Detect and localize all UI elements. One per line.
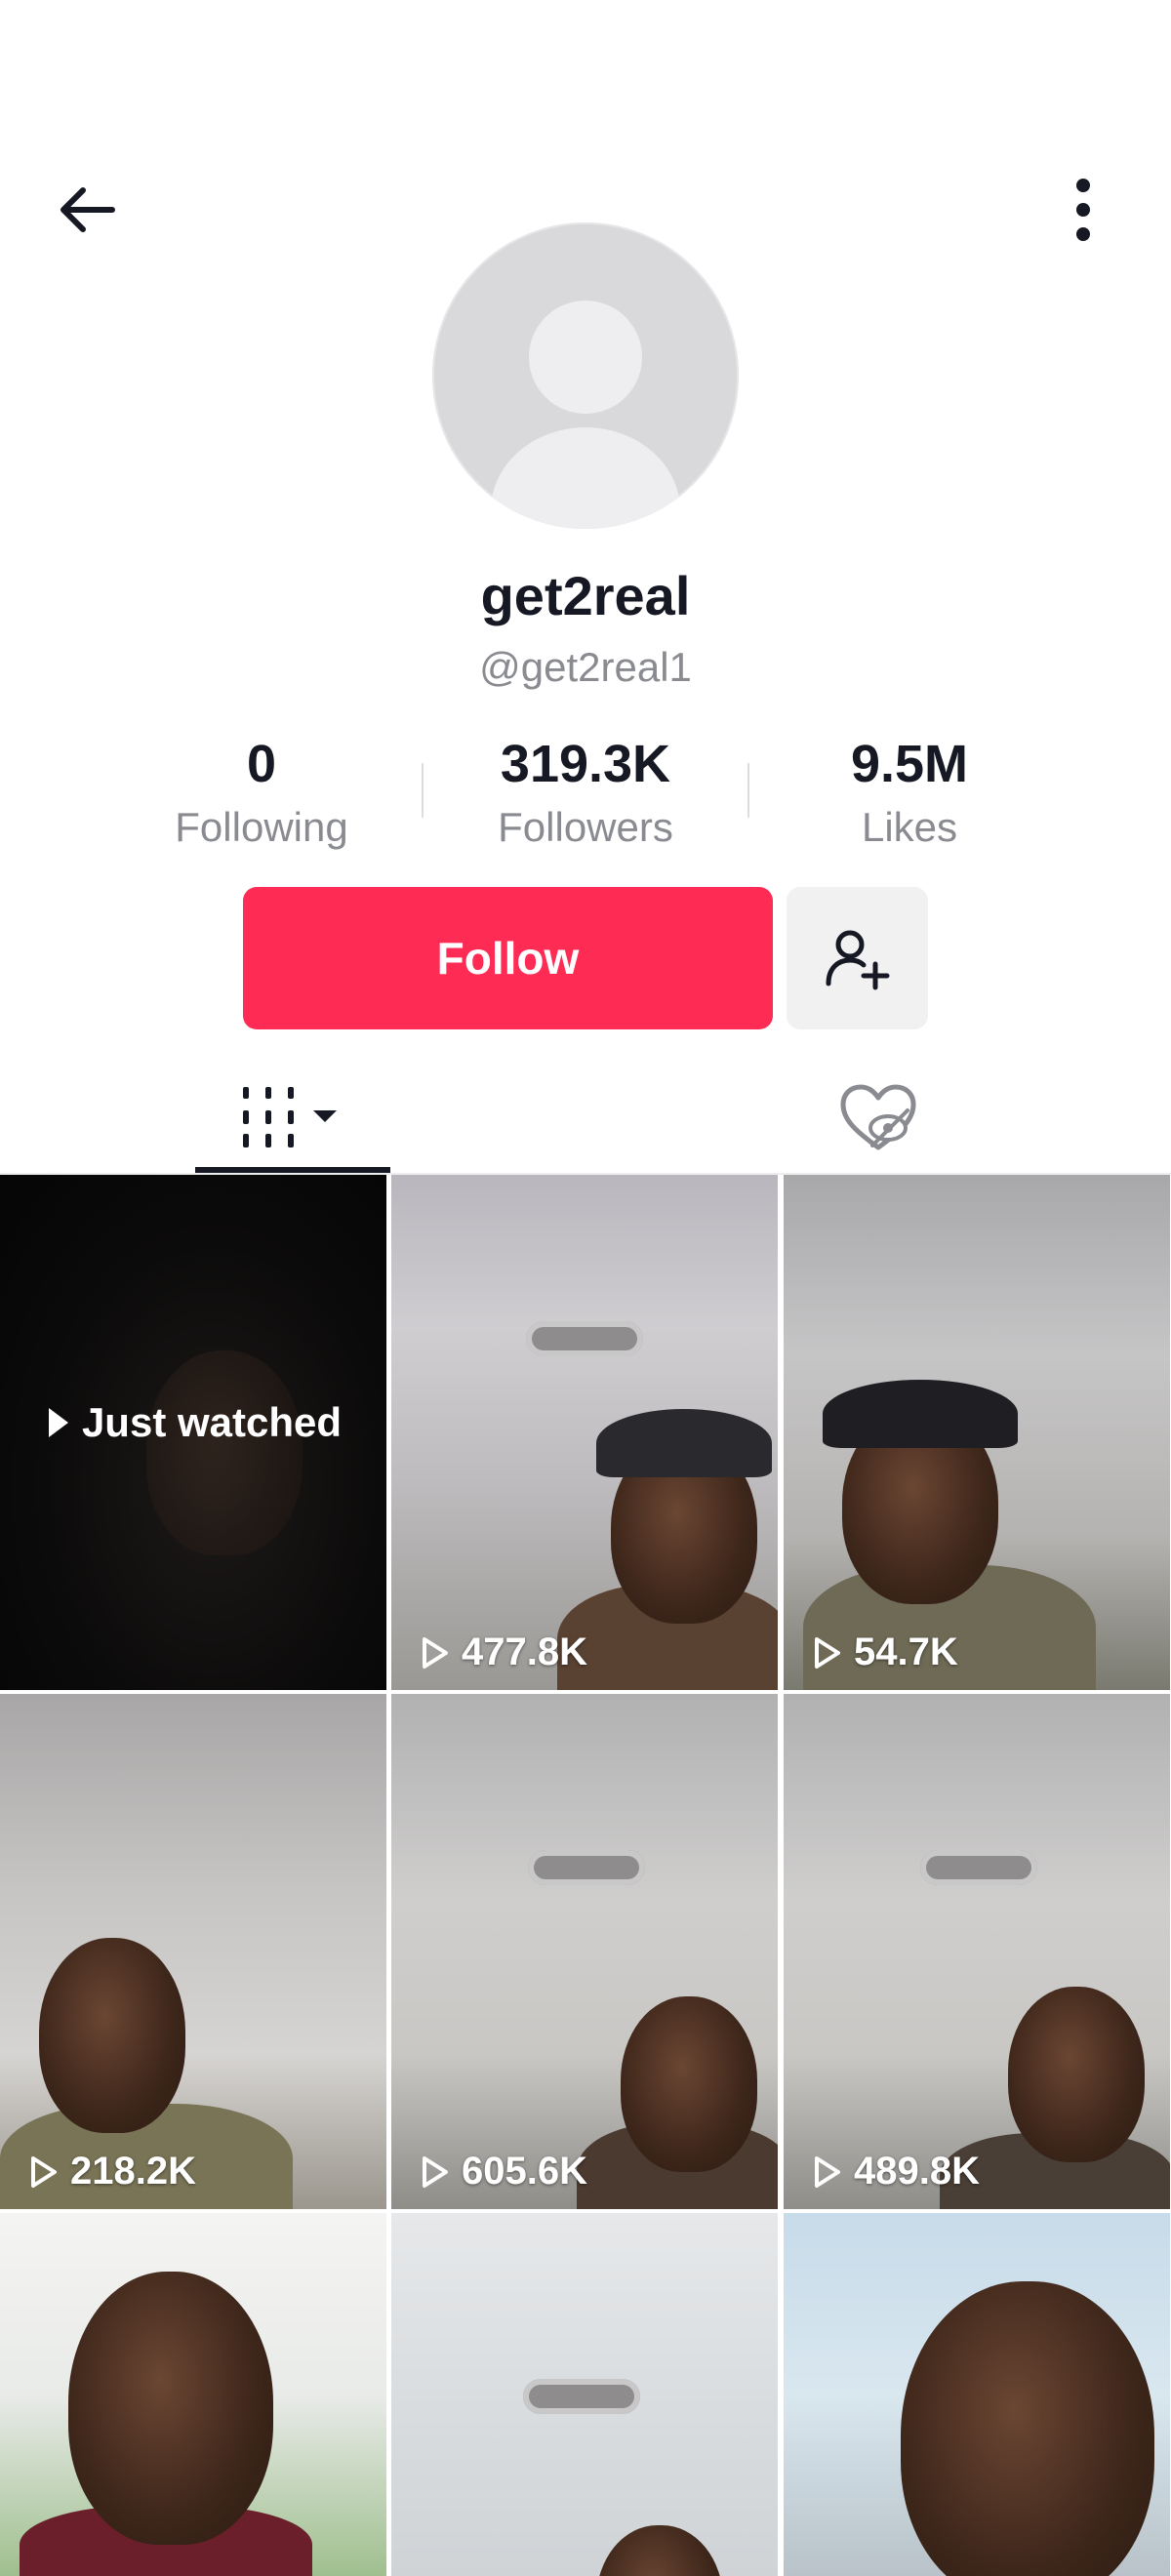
stat-divider <box>422 763 424 818</box>
stat-followers[interactable]: 319.3K Followers <box>439 730 732 857</box>
stat-label: Likes <box>861 804 958 850</box>
add-friend-button[interactable] <box>787 887 928 1029</box>
play-outline-icon <box>815 2155 840 2188</box>
stat-value: 9.5M <box>850 735 969 793</box>
stat-label: Followers <box>498 804 673 850</box>
play-outline-icon <box>423 1636 448 1669</box>
stat-label: Following <box>175 804 348 850</box>
add-user-icon <box>826 930 889 990</box>
video-tile[interactable]: 218.2K <box>0 1694 386 2209</box>
video-tile[interactable]: 489.8K <box>784 1694 1170 2209</box>
more-options-button[interactable] <box>1034 161 1132 259</box>
stat-value: 0 <box>246 735 277 793</box>
liked-hidden-icon <box>840 1084 916 1150</box>
view-count: 477.8K <box>415 1630 587 1674</box>
grid-icon <box>243 1087 337 1147</box>
default-avatar-icon <box>529 301 642 414</box>
follow-button[interactable]: Follow <box>243 887 773 1029</box>
play-outline-icon <box>815 1636 840 1669</box>
just-watched-label: Just watched <box>0 1399 386 1446</box>
play-outline-icon <box>423 2155 448 2188</box>
video-tile[interactable]: 477.8K <box>391 1175 778 1690</box>
stat-divider <box>747 763 749 818</box>
arrow-left-icon <box>61 187 115 232</box>
view-count: 218.2K <box>23 2150 196 2194</box>
user-handle: @get2real1 <box>479 644 692 690</box>
video-tile[interactable] <box>391 2213 778 2576</box>
tab-videos[interactable] <box>195 1064 390 1171</box>
stat-following[interactable]: 0 Following <box>115 730 408 857</box>
display-name: get2real <box>480 565 691 626</box>
video-tile[interactable] <box>784 2213 1170 2576</box>
view-count: 489.8K <box>807 2150 980 2194</box>
stat-likes[interactable]: 9.5M Likes <box>763 730 1056 857</box>
back-button[interactable] <box>39 161 137 259</box>
tab-liked[interactable] <box>781 1064 976 1171</box>
stat-value: 319.3K <box>500 735 671 793</box>
play-outline-icon <box>31 2155 57 2188</box>
avatar[interactable] <box>432 222 739 529</box>
more-vertical-icon <box>1076 179 1090 241</box>
video-tile[interactable] <box>0 2213 386 2576</box>
view-count: 54.7K <box>807 1630 958 1674</box>
video-tile[interactable]: Just watched <box>0 1175 386 1690</box>
view-count: 605.6K <box>415 2150 587 2194</box>
play-icon <box>48 1408 68 1437</box>
video-tile[interactable]: 54.7K <box>784 1175 1170 1690</box>
video-tile[interactable]: 605.6K <box>391 1694 778 2209</box>
